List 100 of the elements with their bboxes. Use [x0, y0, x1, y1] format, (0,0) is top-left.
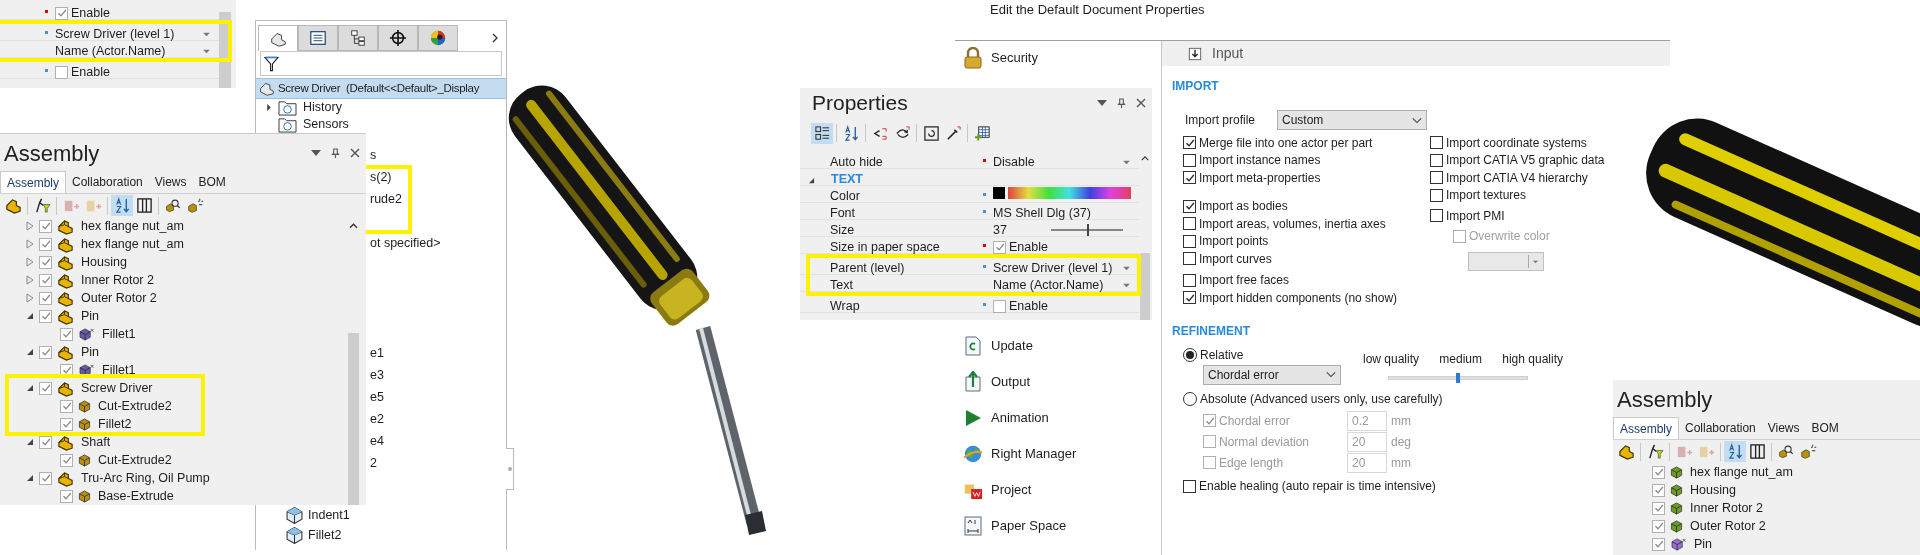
- option-label[interactable]: Import PMI: [1446, 206, 1505, 225]
- color-spectrum[interactable]: [1008, 187, 1131, 199]
- option-label[interactable]: Import instance names: [1199, 151, 1321, 170]
- scrollbar-thumb[interactable]: [1139, 253, 1150, 320]
- tree-item-label[interactable]: Housing: [1690, 480, 1736, 500]
- chevron-right-icon[interactable]: [492, 33, 498, 43]
- checkbox[interactable]: [60, 453, 73, 467]
- nav-item[interactable]: Update: [955, 328, 1161, 364]
- tab[interactable]: Assembly: [0, 171, 66, 193]
- tab[interactable]: BOM: [192, 171, 232, 193]
- checkbox[interactable]: [39, 309, 52, 323]
- dropdown-value[interactable]: Name (Actor.Name): [55, 42, 202, 61]
- tree-item-label[interactable]: Cut-Extrude2: [98, 396, 172, 416]
- expand-arrow-icon[interactable]: [266, 103, 272, 112]
- dropdown-icon[interactable]: [1097, 100, 1107, 106]
- method-dropdown[interactable]: Chordal error: [1203, 364, 1341, 385]
- tree-item-label[interactable]: Pin: [81, 342, 100, 362]
- nav-item[interactable]: Paper Space: [955, 508, 1161, 544]
- option-label[interactable]: Import free faces: [1199, 271, 1290, 290]
- scroll-up-icon[interactable]: [1140, 156, 1149, 161]
- tree-item-label[interactable]: Fillet2: [308, 525, 342, 545]
- dropdown-value[interactable]: Disable: [993, 153, 1122, 172]
- tree-item-label[interactable]: Indent1: [308, 505, 350, 525]
- tree-item-label[interactable]: Pin: [1694, 534, 1713, 554]
- tree-item-label[interactable]: Screw Driver: [81, 378, 153, 398]
- property-list-tab[interactable]: [298, 25, 338, 51]
- checkbox[interactable]: [1430, 153, 1443, 167]
- pin-icon[interactable]: [1117, 97, 1126, 109]
- checkbox[interactable]: [1203, 435, 1216, 448]
- dropdown-arrow-icon[interactable]: [1122, 159, 1131, 165]
- tree-item-label[interactable]: History: [303, 98, 342, 117]
- radio-label[interactable]: Absolute (Advanced users only, use carefully): [1200, 390, 1443, 408]
- expanded-arrow-icon[interactable]: [26, 384, 34, 392]
- option-label[interactable]: Import CATIA V4 hierarchy: [1446, 168, 1588, 187]
- checkbox[interactable]: [1183, 273, 1196, 287]
- dropdown-arrow-icon[interactable]: [202, 48, 211, 54]
- slider-track[interactable]: [1051, 224, 1123, 237]
- expanded-arrow-icon[interactable]: [26, 348, 34, 356]
- radio-button[interactable]: [1183, 348, 1197, 362]
- option-label[interactable]: Enable healing (auto repair is time intensive): [1199, 477, 1436, 496]
- checkbox[interactable]: [55, 6, 68, 20]
- pin-icon[interactable]: [331, 147, 340, 159]
- tab[interactable]: BOM: [1805, 417, 1845, 439]
- categorized-button[interactable]: [811, 122, 833, 144]
- checkbox-label[interactable]: Enable: [71, 63, 110, 82]
- dropdown-arrow-icon[interactable]: [202, 31, 211, 37]
- checkbox[interactable]: [55, 65, 68, 79]
- checkbox[interactable]: [1652, 483, 1665, 497]
- collapsed-arrow-icon[interactable]: [26, 275, 34, 285]
- checkbox[interactable]: [1183, 171, 1196, 185]
- tab[interactable]: Views: [148, 171, 193, 193]
- checkbox[interactable]: [1183, 252, 1196, 266]
- checkbox[interactable]: [1183, 199, 1196, 213]
- checkbox[interactable]: [1430, 171, 1443, 185]
- configuration-tree-tab[interactable]: [338, 25, 378, 51]
- option-label[interactable]: Import coordinate systems: [1446, 133, 1587, 152]
- radio-button[interactable]: [1183, 392, 1197, 406]
- tree-item-label[interactable]: e4: [370, 431, 384, 451]
- checkbox[interactable]: [1652, 501, 1665, 515]
- collapsed-arrow-icon[interactable]: [26, 257, 34, 267]
- scroll-up-icon[interactable]: [348, 223, 358, 229]
- tree-item-label[interactable]: 2: [370, 453, 377, 473]
- tree-root-item[interactable]: Screw Driver (Default<<Default>_Display: [256, 78, 506, 99]
- tree-item-label[interactable]: s(2): [370, 167, 392, 187]
- tree-item-label[interactable]: hex flange nut_am: [81, 216, 184, 236]
- tree-item-label[interactable]: Pin: [81, 306, 100, 326]
- checkbox[interactable]: [39, 273, 52, 287]
- checkbox[interactable]: [60, 399, 73, 413]
- tree-item-label[interactable]: hex flange nut_am: [1690, 462, 1793, 482]
- checkbox-label[interactable]: Enable: [1009, 297, 1048, 316]
- checkbox[interactable]: [39, 219, 52, 233]
- checkbox[interactable]: [1183, 291, 1196, 305]
- tree-item-label[interactable]: s: [370, 145, 377, 165]
- checkbox[interactable]: [1430, 209, 1443, 223]
- nav-item[interactable]: Animation: [955, 400, 1161, 436]
- tree-item-label[interactable]: Inner Rotor 2: [81, 270, 154, 290]
- checkbox[interactable]: [1183, 136, 1196, 150]
- part-tab[interactable]: [258, 25, 298, 51]
- tab[interactable]: Views: [1761, 417, 1806, 439]
- dropdown-value[interactable]: Screw Driver (level 1): [993, 259, 1122, 278]
- expanded-arrow-icon[interactable]: [26, 312, 34, 320]
- checkbox[interactable]: [39, 345, 52, 359]
- checkbox[interactable]: [1203, 414, 1216, 427]
- checkbox[interactable]: [1652, 537, 1665, 551]
- tree-item-label[interactable]: Base-Extrude: [98, 486, 174, 506]
- tree-item-label[interactable]: Outer Rotor 2: [1690, 516, 1766, 536]
- checkbox[interactable]: [1183, 479, 1196, 493]
- option-label[interactable]: Import meta-properties: [1199, 168, 1321, 187]
- sort-button[interactable]: [111, 195, 133, 216]
- tree-item-label[interactable]: e1: [370, 343, 384, 363]
- tree-item-label[interactable]: Shaft: [81, 432, 111, 452]
- checkbox-label[interactable]: Enable: [71, 4, 110, 23]
- tree-item-label[interactable]: Fillet1: [102, 360, 136, 380]
- expanded-arrow-icon[interactable]: [26, 438, 34, 446]
- collapsed-arrow-icon[interactable]: [26, 293, 34, 303]
- checkbox[interactable]: [1203, 456, 1216, 469]
- sort-button[interactable]: [1724, 441, 1746, 462]
- checkbox[interactable]: [60, 327, 73, 341]
- nav-item[interactable]: Project: [955, 472, 1161, 508]
- tab[interactable]: Collaboration: [66, 171, 149, 193]
